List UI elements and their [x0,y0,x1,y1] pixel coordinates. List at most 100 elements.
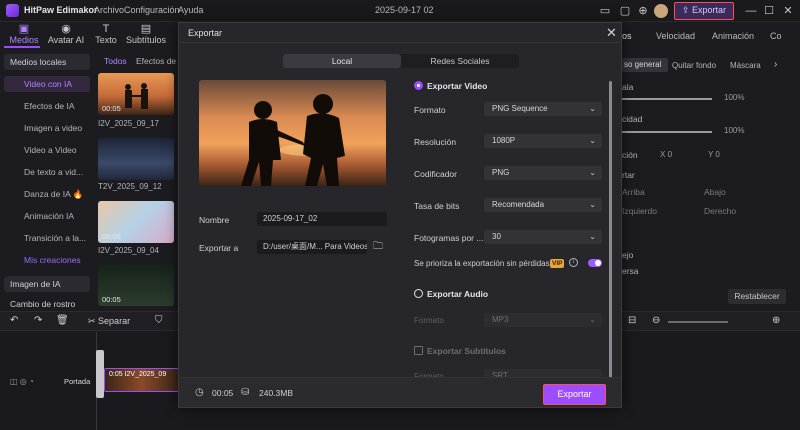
encoder-select[interactable]: PNG ⌄ [484,166,602,180]
export-path-input[interactable]: D:/user/桌面/M... Para Videos [257,240,367,254]
crop-top[interactable]: Arriba [622,187,645,197]
tab-medios[interactable]: ▣ Medios [4,24,44,46]
download-icon[interactable]: ⊕ [636,4,650,18]
maximize-icon[interactable]: ☐ [762,4,776,18]
split-label: Separar [98,316,131,326]
close-window-icon[interactable]: ✕ [781,4,795,18]
close-icon[interactable]: ✕ [606,25,617,41]
sidebar-item-video-con-ia[interactable]: Video con IA [4,76,90,92]
tab-velocidad[interactable]: Velocidad [656,31,695,41]
shield-icon[interactable]: ⛉ [155,315,163,326]
scrollbar-thumb[interactable] [609,81,612,381]
zoom-out-icon[interactable]: ⊖ [652,315,660,326]
subtab-general[interactable]: so general [622,58,668,72]
redo-icon[interactable]: ↷ [34,315,42,326]
lossless-toggle[interactable] [588,259,602,267]
menu-ayuda[interactable]: Ayuda [178,5,203,15]
export-subtitles-checkbox[interactable] [414,346,423,355]
name-input[interactable]: 2025-09-17_02 [257,212,387,226]
sidebar-item-imagen-de-ia[interactable]: Imagen de IA [4,276,90,292]
tab-label: Medios [9,35,39,45]
tab-local[interactable]: Local [283,54,401,68]
avatar[interactable] [654,4,668,18]
sidebar-header[interactable]: Medios locales [4,54,90,70]
field-label: rtar [622,170,635,180]
sidebar-item-texto-a-video[interactable]: De texto a vid... [4,164,90,180]
format-value: PNG Sequence [492,104,548,113]
export-to-label: Exportar a [199,243,239,253]
encoder-label: Codificador [414,169,457,179]
track-controls[interactable]: ◫ ◎ ◔ [10,377,34,386]
sidebar-item-label: Imagen a video [24,123,83,133]
export-video-label: Exportar Video [427,81,488,91]
sidebar-item-video-a-video[interactable]: Video a Video [4,142,90,158]
timeline-clip[interactable]: 0:05 I2V_2025_09 [104,368,179,392]
sidebar-item-danza[interactable]: Danza de IA 🔥 [4,186,90,202]
track-cover-label[interactable]: Portada [64,377,90,386]
text-icon: T [102,23,110,35]
menu-archivo[interactable]: Archivo [94,5,124,15]
chevron-down-icon: ⌄ [589,168,596,177]
clip-name: T2V_2025_09_12 [98,182,162,191]
tab-right-0[interactable]: os [622,31,632,41]
tab-redes-sociales[interactable]: Redes Sociales [401,54,519,68]
dialog-title: Exportar [188,28,223,38]
tab-texto[interactable]: T Texto [86,24,126,46]
crop-left[interactable]: Izquierdo [622,206,657,216]
framerate-select[interactable]: 30 ⌄ [484,230,602,244]
tab-right-3[interactable]: Co [770,31,782,41]
sidebar-item-cambio-de-rostro[interactable]: Cambio de rostro [4,296,90,312]
filter-efectos[interactable]: Efectos de [136,56,176,66]
sidebar-item-mis-creaciones[interactable]: Mis creaciones [4,252,90,268]
sidebar-item-imagen-a-video[interactable]: Imagen a video [4,120,90,136]
position-x[interactable]: X 0 [660,150,672,159]
resolution-select[interactable]: 1080P ⌄ [484,134,602,148]
layout-icon[interactable]: ▭ [598,4,612,18]
media-thumbnail[interactable] [98,138,174,180]
tab-subtitulos[interactable]: ▤ Subtítulos [126,24,166,46]
sidebar-item-label: Video a Video [24,145,77,155]
subtab-quitar-fondo[interactable]: Quitar fondo [672,61,716,70]
crop-bottom[interactable]: Abajo [704,187,726,197]
export-file-size: 240.3MB [259,388,294,398]
minimize-icon[interactable]: — [744,4,758,18]
feedback-icon[interactable]: ▢ [618,4,632,18]
folder-icon[interactable]: 🗀 [373,239,383,256]
zoom-fit-icon[interactable]: ⊟ [628,315,636,326]
scale-slider[interactable] [622,98,712,100]
reset-button[interactable]: Restablecer [728,289,786,304]
export-video-radio[interactable] [414,81,423,90]
bitrate-value: Recomendada [492,200,545,209]
zoom-in-icon[interactable]: ⊕ [772,315,780,326]
export-button[interactable]: Exportar [543,384,606,405]
sidebar-item-transicion[interactable]: Transición a la... [4,230,90,246]
undo-icon[interactable]: ↶ [10,315,18,326]
playhead[interactable] [96,350,104,398]
delete-icon[interactable]: 🗑 [56,315,69,326]
audio-format-select[interactable]: MP3 ⌄ [484,313,602,327]
zoom-slider[interactable] [668,321,728,323]
crop-right[interactable]: Derecho [704,206,736,216]
export-top-button[interactable]: ⇪ Exportar [674,2,734,20]
opacity-slider[interactable] [622,131,712,133]
sidebar-item-label: Cambio de rostro [10,299,76,309]
info-icon[interactable]: i [569,258,578,267]
sidebar-header-label: Medios locales [10,57,67,67]
filter-todos[interactable]: Todos [104,56,127,66]
menu-configuracion[interactable]: Configuración [124,5,180,15]
bitrate-select[interactable]: Recomendada ⌄ [484,198,602,212]
resolution-value: 1080P [492,136,516,145]
tab-avatar-ai[interactable]: ◉ Avatar AI [46,24,86,46]
subtitle-format-select[interactable]: SRT [484,369,602,380]
opacity-value[interactable]: 100% [724,126,744,135]
sidebar-item-efectos[interactable]: Efectos de IA [4,98,90,114]
position-y[interactable]: Y 0 [708,150,720,159]
export-audio-radio[interactable] [414,289,423,298]
format-select[interactable]: PNG Sequence ⌄ [484,102,602,116]
sidebar-item-animacion[interactable]: Animación IA [4,208,90,224]
subtab-mascara[interactable]: Máscara [730,61,761,70]
chevron-right-icon[interactable]: › [774,59,777,70]
tab-animacion[interactable]: Animación [712,31,754,41]
split-button[interactable]: ✂ Separar [88,316,130,327]
scale-value[interactable]: 100% [724,93,744,102]
